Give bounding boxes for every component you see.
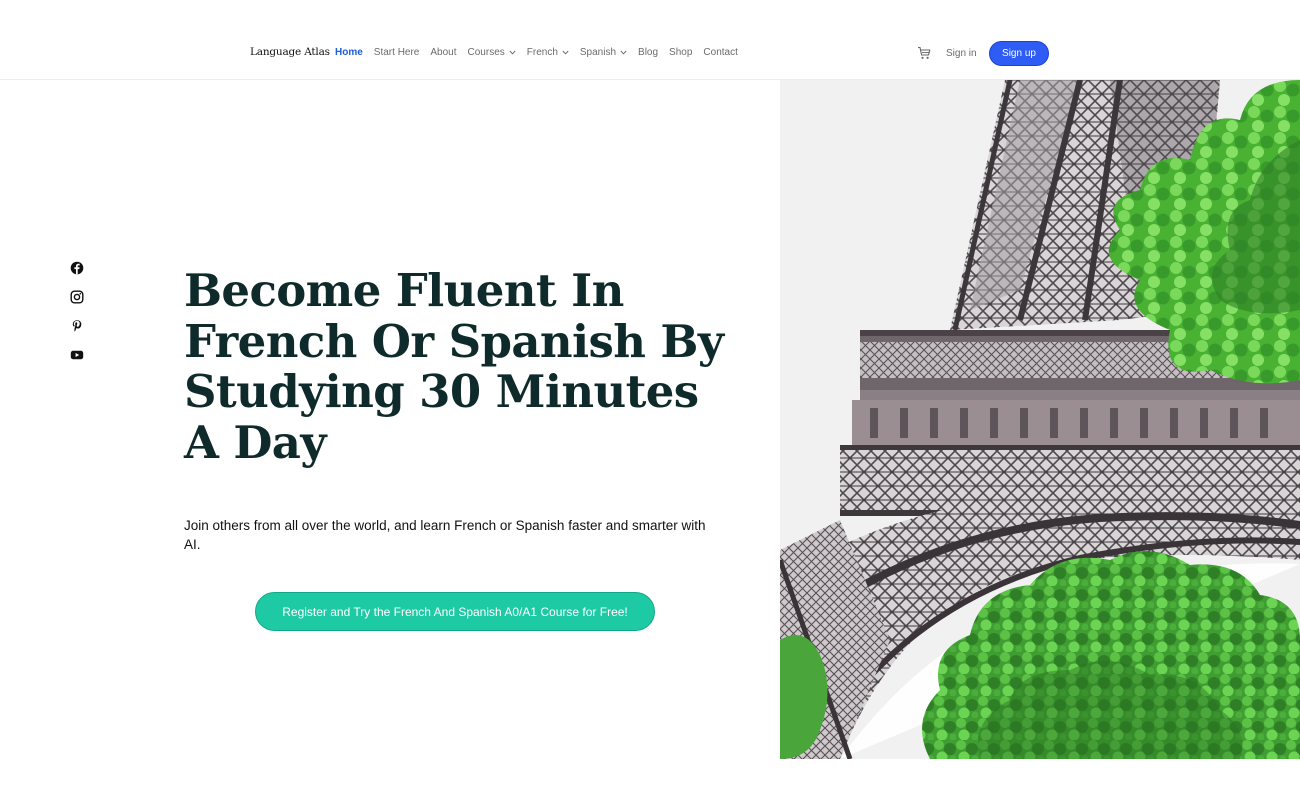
- nav-item-blog[interactable]: Blog: [638, 47, 658, 58]
- nav-item-label: Start Here: [373, 47, 420, 58]
- brand-logo[interactable]: Language Atlas: [250, 46, 330, 58]
- nav-item-french[interactable]: French: [527, 47, 569, 58]
- nav-item-label: French: [526, 47, 558, 58]
- nav-item-about[interactable]: About: [430, 47, 456, 58]
- nav-item-label: About: [430, 47, 457, 58]
- register-free-course-button[interactable]: Register and Try the French And Spanish …: [255, 592, 655, 631]
- youtube-icon[interactable]: [70, 348, 84, 362]
- nav-item-label: Contact: [703, 47, 738, 58]
- nav-item-home[interactable]: Home: [335, 47, 363, 58]
- nav-item-courses[interactable]: Courses: [468, 47, 516, 58]
- nav-item-start-here[interactable]: Start Here: [374, 47, 420, 58]
- nav-item-label: Shop: [669, 47, 693, 58]
- chevron-down-icon: [562, 49, 569, 56]
- chevron-down-icon: [620, 49, 627, 56]
- nav-item-label: Courses: [467, 47, 505, 58]
- nav-item-label: Blog: [638, 47, 659, 58]
- hero-title: Become Fluent In French Or Spanish By St…: [184, 264, 724, 469]
- hero-subtitle: Join others from all over the world, and…: [184, 518, 706, 552]
- nav-item-contact[interactable]: Contact: [703, 47, 737, 58]
- nav-item-label: Spanish: [579, 47, 617, 58]
- facebook-icon[interactable]: [70, 261, 84, 275]
- site-header: Language Atlas Home Start Here About Cou…: [0, 0, 1300, 80]
- nav-item-shop[interactable]: Shop: [669, 47, 692, 58]
- chevron-down-icon: [509, 49, 516, 56]
- nav-item-spanish[interactable]: Spanish: [580, 47, 627, 58]
- sign-in-link[interactable]: Sign in: [946, 48, 977, 59]
- pinterest-icon[interactable]: [70, 319, 84, 333]
- social-links: [70, 261, 86, 377]
- nav-item-label: Home: [335, 47, 363, 58]
- sign-up-button[interactable]: Sign up: [989, 41, 1049, 66]
- main-nav: Home Start Here About Courses French Spa…: [335, 47, 749, 58]
- cart-icon[interactable]: [917, 46, 931, 60]
- instagram-icon[interactable]: [70, 290, 84, 304]
- eiffel-tower-image: [780, 80, 1300, 759]
